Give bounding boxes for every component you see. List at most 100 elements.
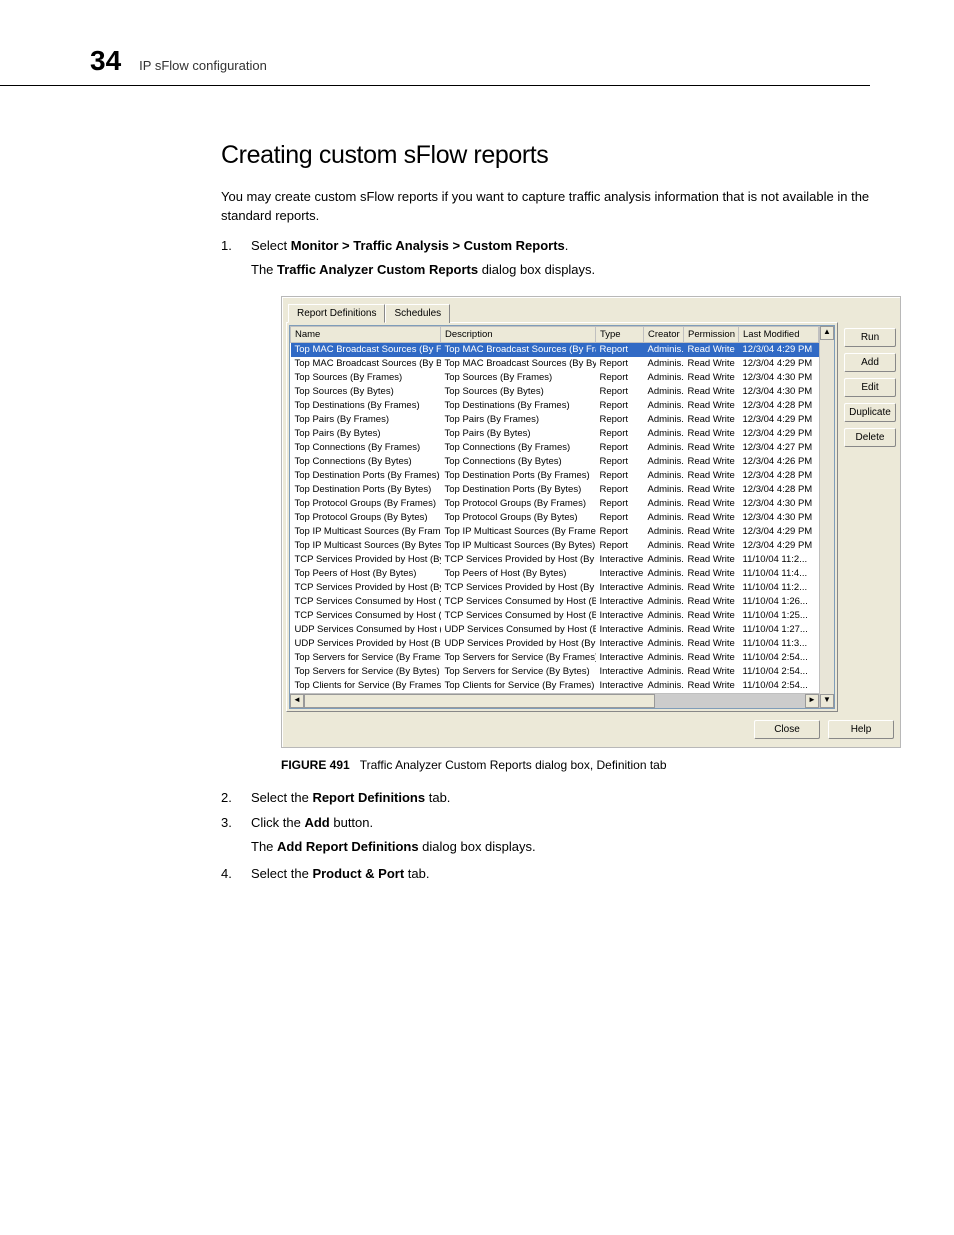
horizontal-scrollbar[interactable]: ◄ ► [290,693,819,708]
table-row[interactable]: UDP Services Consumed by Host (By ...UDP… [291,623,819,637]
table-row[interactable]: Top IP Multicast Sources (By Frames)Top … [291,525,819,539]
table-header-row[interactable]: Name Description Type Creator Permission… [291,326,819,342]
col-last-modified[interactable]: Last Modified [739,326,819,342]
table-row[interactable]: TCP Services Provided by Host (By Fr...T… [291,553,819,567]
table-row[interactable]: Top Destinations (By Frames)Top Destinat… [291,399,819,413]
col-creator[interactable]: Creator [644,326,684,342]
cell-type: Report [596,342,644,357]
cell-creator: Adminis... [644,427,684,441]
table-row[interactable]: Top MAC Broadcast Sources (By Fram...Top… [291,342,819,357]
cell-type: Report [596,469,644,483]
cell-name: Top Sources (By Frames) [291,371,441,385]
cell-name: TCP Services Provided by Host (By By... [291,581,441,595]
table-row[interactable]: Top Destination Ports (By Bytes)Top Dest… [291,483,819,497]
table-row[interactable]: Top Clients for Service (By Frames)Top C… [291,679,819,693]
table-row[interactable]: Top Destination Ports (By Frames)Top Des… [291,469,819,483]
table-row[interactable]: UDP Services Provided by Host (By By...U… [291,637,819,651]
add-button[interactable]: Add [844,353,896,372]
cell-name: TCP Services Consumed by Host (By F... [291,595,441,609]
cell-mod: 11/10/04 11:2... [739,581,819,595]
cell-type: Interactive [596,581,644,595]
cell-type: Report [596,427,644,441]
reports-table[interactable]: Name Description Type Creator Permission… [290,326,819,693]
col-type[interactable]: Type [596,326,644,342]
close-button[interactable]: Close [754,720,820,739]
tab-report-definitions[interactable]: Report Definitions [288,304,385,323]
cell-type: Interactive [596,553,644,567]
table-row[interactable]: Top MAC Broadcast Sources (By Bytes)Top … [291,357,819,371]
cell-name: Top Clients for Service (By Frames) [291,679,441,693]
table-row[interactable]: Top Servers for Service (By Bytes)Top Se… [291,665,819,679]
scroll-up-icon[interactable]: ▲ [820,326,834,340]
table-row[interactable]: Top Servers for Service (By Frames)Top S… [291,651,819,665]
cell-name: Top Protocol Groups (By Bytes) [291,511,441,525]
cell-perm: Read Write [684,665,739,679]
table-row[interactable]: Top Pairs (By Frames)Top Pairs (By Frame… [291,413,819,427]
cell-creator: Adminis... [644,357,684,371]
step-4: 4. Select the Product & Port tab. [221,866,870,881]
cell-creator: Adminis... [644,525,684,539]
table-row[interactable]: Top Protocol Groups (By Bytes)Top Protoc… [291,511,819,525]
edit-button[interactable]: Edit [844,378,896,397]
cell-name: Top MAC Broadcast Sources (By Bytes) [291,357,441,371]
duplicate-button[interactable]: Duplicate [844,403,896,422]
tab-row: Report Definitions Schedules [286,301,896,322]
table-row[interactable]: TCP Services Consumed by Host (By ...TCP… [291,609,819,623]
cell-perm: Read Write [684,342,739,357]
cell-desc: TCP Services Provided by Host (By Frames… [441,553,596,567]
cell-name: Top Destinations (By Frames) [291,399,441,413]
table-row[interactable]: Top Protocol Groups (By Frames)Top Proto… [291,497,819,511]
table-row[interactable]: Top IP Multicast Sources (By Bytes)Top I… [291,539,819,553]
cell-mod: 12/3/04 4:30 PM [739,497,819,511]
cell-name: Top Peers of Host (By Bytes) [291,567,441,581]
cell-mod: 12/3/04 4:29 PM [739,525,819,539]
cell-name: Top IP Multicast Sources (By Frames) [291,525,441,539]
scroll-thumb[interactable] [304,694,655,708]
table-row[interactable]: TCP Services Provided by Host (By By...T… [291,581,819,595]
table-row[interactable]: Top Sources (By Bytes)Top Sources (By By… [291,385,819,399]
cell-mod: 11/10/04 2:54... [739,679,819,693]
col-permission[interactable]: Permission [684,326,739,342]
cell-type: Report [596,413,644,427]
table-row[interactable]: Top Pairs (By Bytes)Top Pairs (By Bytes)… [291,427,819,441]
cell-type: Report [596,357,644,371]
cell-name: Top Servers for Service (By Bytes) [291,665,441,679]
help-button[interactable]: Help [828,720,894,739]
scroll-down-icon[interactable]: ▼ [820,694,834,708]
step-text: Select the Product & Port tab. [251,866,429,881]
cell-mod: 11/10/04 11:3... [739,637,819,651]
step-text: Select the Report Definitions tab. [251,790,450,805]
cell-desc: Top Pairs (By Bytes) [441,427,596,441]
vertical-scrollbar[interactable]: ▲ ▼ [819,326,834,708]
run-button[interactable]: Run [844,328,896,347]
table-row[interactable]: Top Connections (By Frames)Top Connectio… [291,441,819,455]
table-row[interactable]: Top Connections (By Bytes)Top Connection… [291,455,819,469]
tab-schedules[interactable]: Schedules [385,304,450,323]
table-row[interactable]: Top Sources (By Frames)Top Sources (By F… [291,371,819,385]
delete-button[interactable]: Delete [844,428,896,447]
cell-perm: Read Write [684,637,739,651]
cell-perm: Read Write [684,567,739,581]
cell-name: Top Pairs (By Frames) [291,413,441,427]
cell-desc: Top IP Multicast Sources (By Bytes) [441,539,596,553]
scroll-left-icon[interactable]: ◄ [290,694,304,708]
cell-type: Report [596,385,644,399]
cell-desc: Top Servers for Service (By Frames) [441,651,596,665]
cell-desc: Top Servers for Service (By Bytes) [441,665,596,679]
cell-type: Interactive [596,637,644,651]
cell-mod: 12/3/04 4:29 PM [739,357,819,371]
cell-type: Report [596,399,644,413]
cell-perm: Read Write [684,595,739,609]
cell-perm: Read Write [684,679,739,693]
col-description[interactable]: Description [441,326,596,342]
cell-mod: 11/10/04 2:54... [739,651,819,665]
cell-desc: Top Destination Ports (By Bytes) [441,483,596,497]
table-row[interactable]: TCP Services Consumed by Host (By F...TC… [291,595,819,609]
cell-creator: Adminis... [644,413,684,427]
cell-desc: UDP Services Consumed by Host (By Fram..… [441,623,596,637]
cell-desc: Top Clients for Service (By Frames) [441,679,596,693]
col-name[interactable]: Name [291,326,441,342]
table-row[interactable]: Top Peers of Host (By Bytes)Top Peers of… [291,567,819,581]
cell-creator: Adminis... [644,609,684,623]
scroll-right-icon[interactable]: ► [805,694,819,708]
